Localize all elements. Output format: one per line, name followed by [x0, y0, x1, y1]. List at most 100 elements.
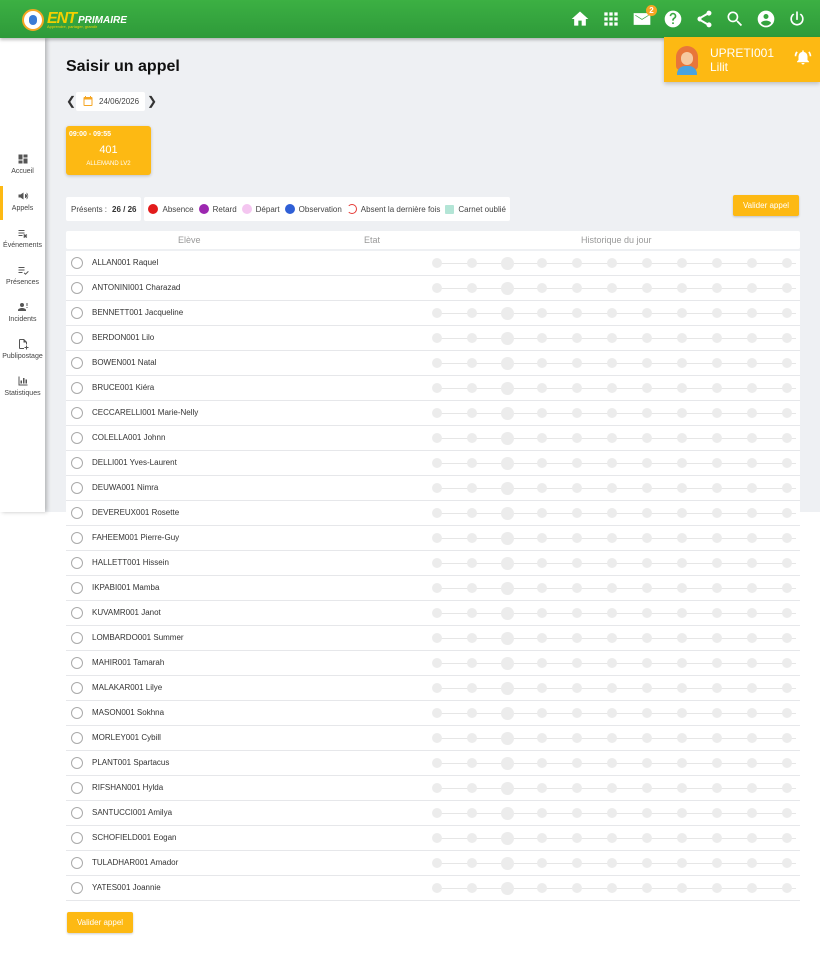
history-slot: [607, 358, 617, 368]
sidebar-item-incidents[interactable]: Incidents: [0, 297, 45, 331]
table-row[interactable]: BRUCE001 Kiéra: [66, 376, 800, 401]
student-radio[interactable]: [71, 657, 83, 669]
table-row[interactable]: FAHEEM001 Pierre-Guy: [66, 526, 800, 551]
student-radio[interactable]: [71, 332, 83, 344]
student-radio[interactable]: [71, 832, 83, 844]
history-slot: [432, 683, 442, 693]
history-slot: [467, 533, 477, 543]
table-row[interactable]: PLANT001 Spartacus: [66, 751, 800, 776]
student-radio[interactable]: [71, 432, 83, 444]
history-slot: [432, 558, 442, 568]
table-row[interactable]: ALLAN001 Raquel: [66, 251, 800, 276]
course-card[interactable]: 09:00 - 09:55 401 ALLEMAND LV2: [66, 126, 151, 175]
sidebar-item-evenements[interactable]: Événements: [0, 223, 45, 257]
chevron-right-icon[interactable]: ❯: [147, 94, 157, 108]
student-radio[interactable]: [71, 757, 83, 769]
student-radio[interactable]: [71, 857, 83, 869]
student-radio[interactable]: [71, 807, 83, 819]
sidebar-item-appels[interactable]: Appels: [0, 186, 45, 220]
table-row[interactable]: RIFSHAN001 Hylda: [66, 776, 800, 801]
table-row[interactable]: LOMBARDO001 Summer: [66, 626, 800, 651]
table-row[interactable]: DEVEREUX001 Rosette: [66, 501, 800, 526]
student-radio[interactable]: [71, 557, 83, 569]
history-slot: [747, 733, 757, 743]
history-slot: [537, 508, 547, 518]
apps-icon[interactable]: [600, 8, 622, 30]
sidebar-item-statistiques[interactable]: Statistiques: [0, 371, 45, 405]
history-slot: [712, 658, 722, 668]
table-row[interactable]: ANTONINI001 Charazad: [66, 276, 800, 301]
validate-call-button-bottom[interactable]: Valider appel: [67, 912, 133, 933]
table-row[interactable]: MORLEY001 Cybill: [66, 726, 800, 751]
user-panel[interactable]: UPRETI001 Lilit: [664, 37, 820, 82]
history-slot: [572, 283, 582, 293]
table-row[interactable]: SANTUCCI001 Amilya: [66, 801, 800, 826]
student-radio[interactable]: [71, 507, 83, 519]
table-row[interactable]: BOWEN001 Natal: [66, 351, 800, 376]
validate-call-button-top[interactable]: Valider appel: [733, 195, 799, 216]
bell-icon[interactable]: [794, 48, 820, 71]
chevron-left-icon[interactable]: ❮: [66, 94, 76, 108]
student-radio[interactable]: [71, 582, 83, 594]
table-row[interactable]: TULADHAR001 Amador: [66, 851, 800, 876]
table-row[interactable]: DEUWA001 Nimra: [66, 476, 800, 501]
student-radio[interactable]: [71, 282, 83, 294]
table-row[interactable]: MASON001 Sokhna: [66, 701, 800, 726]
table-row[interactable]: KUVAMR001 Janot: [66, 601, 800, 626]
student-radio[interactable]: [71, 732, 83, 744]
share-icon[interactable]: [693, 8, 715, 30]
student-radio[interactable]: [71, 357, 83, 369]
student-radio[interactable]: [71, 532, 83, 544]
student-radio[interactable]: [71, 457, 83, 469]
history-slot: [642, 283, 652, 293]
student-radio[interactable]: [71, 382, 83, 394]
student-name: MALAKAR001 Lilye: [92, 683, 163, 692]
history-slot: [572, 508, 582, 518]
ent-logo[interactable]: ENT PRIMAIRE Apprendre, partager, grandir: [22, 8, 127, 32]
table-row[interactable]: YATES001 Joannie: [66, 876, 800, 901]
history-slot: [537, 258, 547, 268]
student-radio[interactable]: [71, 257, 83, 269]
table-row[interactable]: CECCARELLI001 Marie-Nelly: [66, 401, 800, 426]
help-icon[interactable]: [662, 8, 684, 30]
history-slot: [782, 358, 792, 368]
history-slot: [537, 683, 547, 693]
account-icon[interactable]: [755, 8, 777, 30]
history-slot: [642, 333, 652, 343]
student-radio[interactable]: [71, 707, 83, 719]
mail-icon[interactable]: 2: [631, 5, 657, 30]
search-icon[interactable]: [724, 8, 746, 30]
student-radio[interactable]: [71, 307, 83, 319]
table-row[interactable]: SCHOFIELD001 Eogan: [66, 826, 800, 851]
student-radio[interactable]: [71, 607, 83, 619]
table-row[interactable]: MAHIR001 Tamarah: [66, 651, 800, 676]
home-icon[interactable]: [569, 8, 591, 30]
history-slot: [712, 733, 722, 743]
student-radio[interactable]: [71, 407, 83, 419]
student-radio[interactable]: [71, 632, 83, 644]
history-slot: [677, 433, 687, 443]
history-slot: [537, 758, 547, 768]
table-row[interactable]: DELLI001 Yves-Laurent: [66, 451, 800, 476]
student-radio[interactable]: [71, 482, 83, 494]
date-field[interactable]: 24/06/2026: [76, 91, 146, 111]
history-slot: [747, 558, 757, 568]
dashboard-icon: [18, 154, 27, 164]
student-radio[interactable]: [71, 782, 83, 794]
table-row[interactable]: IKPABI001 Mamba: [66, 576, 800, 601]
student-radio[interactable]: [71, 682, 83, 694]
history-slot: [572, 758, 582, 768]
table-row[interactable]: MALAKAR001 Lilye: [66, 676, 800, 701]
table-row[interactable]: BERDON001 Lilo: [66, 326, 800, 351]
history-slot: [677, 383, 687, 393]
sidebar-item-publipostage[interactable]: Publipostage: [0, 334, 45, 368]
table-row[interactable]: HALLETT001 Hissein: [66, 551, 800, 576]
calendar-icon: [83, 96, 93, 106]
history-slot: [467, 883, 477, 893]
table-row[interactable]: COLELLA001 Johnn: [66, 426, 800, 451]
sidebar-item-presences[interactable]: Présences: [0, 260, 45, 294]
table-row[interactable]: BENNETT001 Jacqueline: [66, 301, 800, 326]
power-icon[interactable]: [786, 8, 808, 30]
student-radio[interactable]: [71, 882, 83, 894]
sidebar-item-accueil[interactable]: Accueil: [0, 149, 45, 183]
